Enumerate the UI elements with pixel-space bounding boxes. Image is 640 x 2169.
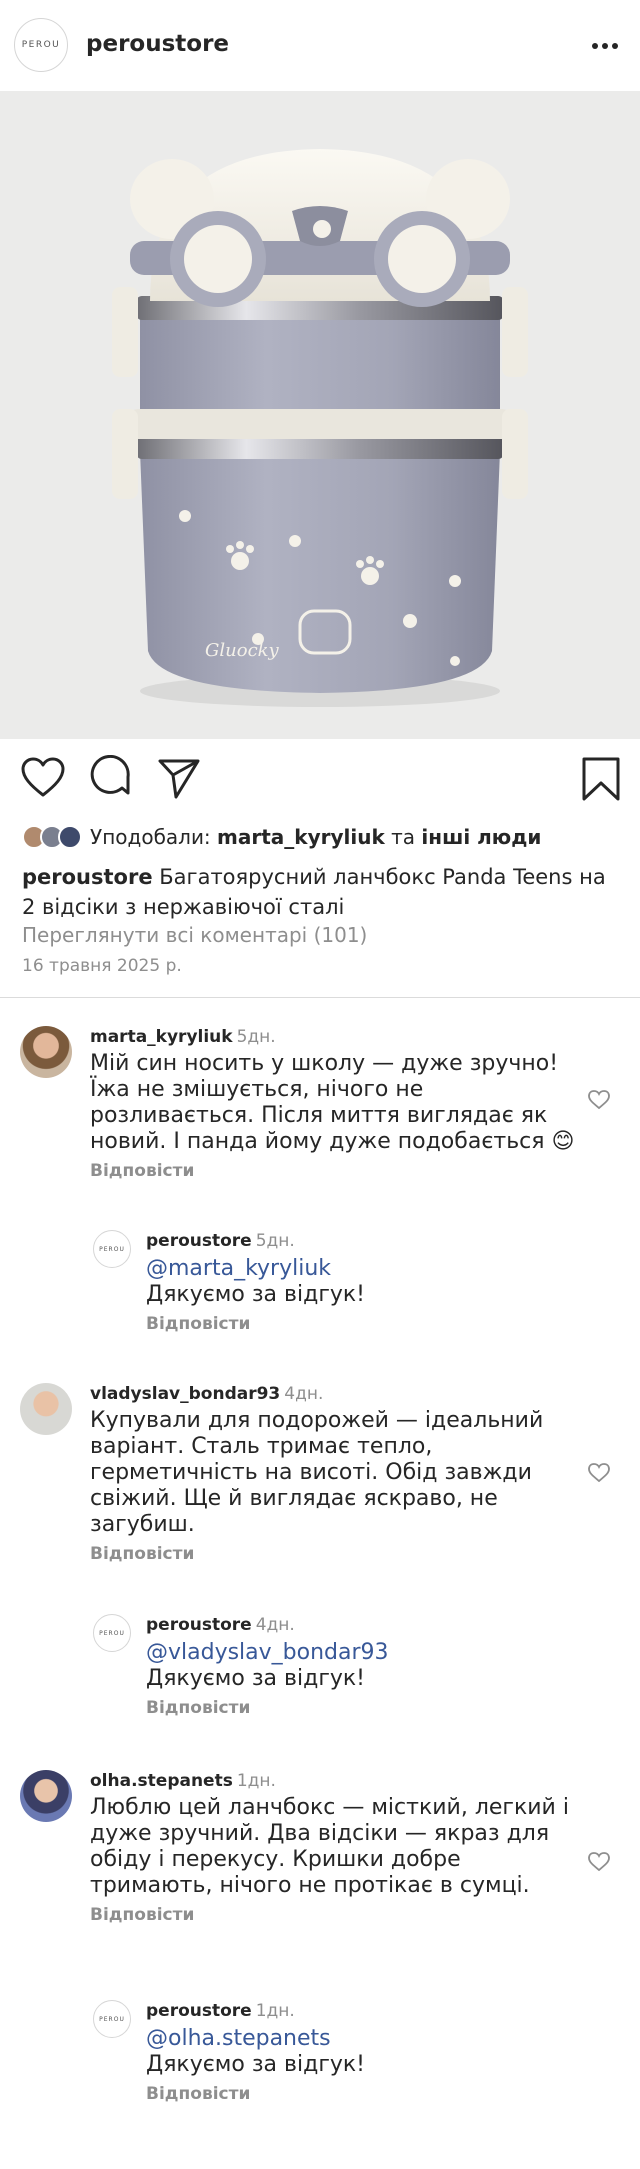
- reply-link[interactable]: Відповісти: [146, 1698, 586, 1718]
- comment-like-heart-icon[interactable]: [588, 1090, 610, 1110]
- store-reply-avatar[interactable]: PEROU: [93, 1230, 131, 1268]
- comment-time: 5дн.: [236, 1027, 276, 1047]
- liked-by-text: Уподобали: marta_kyryliuk та інші люди: [90, 825, 542, 849]
- comment-username[interactable]: vladyslav_bondar93: [90, 1384, 280, 1404]
- comment-username[interactable]: olha.stepanets: [90, 1771, 233, 1791]
- comment-icon[interactable]: [88, 754, 134, 801]
- reply-link[interactable]: Відповісти: [90, 1544, 580, 1564]
- reply-mention[interactable]: @marta_kyryliuk: [146, 1256, 586, 1282]
- divider: [0, 997, 640, 998]
- caption-username[interactable]: peroustore: [22, 865, 153, 889]
- share-send-icon[interactable]: [156, 755, 202, 801]
- bookmark-icon[interactable]: [578, 755, 624, 801]
- reply-time: 4дн.: [255, 1615, 295, 1635]
- like-heart-icon[interactable]: [20, 755, 66, 801]
- reply-text: Дякуємо за відгук!: [146, 1666, 366, 1691]
- post-caption: peroustore Багатоярусний ланчбокс Panda …: [22, 862, 622, 922]
- store-avatar[interactable]: PEROU: [14, 18, 68, 72]
- reply-text: Дякуємо за відгук!: [146, 1282, 366, 1307]
- liked-by-user[interactable]: marta_kyryliuk: [217, 825, 385, 849]
- commenter-avatar[interactable]: [20, 1770, 72, 1822]
- post-header: PEROU peroustore: [0, 0, 640, 90]
- reply-mention[interactable]: @olha.stepanets: [146, 2026, 586, 2052]
- reply-time: 5дн.: [255, 1231, 295, 1251]
- liker-avatar: [58, 825, 82, 849]
- action-bar: [0, 754, 640, 805]
- header-username[interactable]: peroustore: [86, 31, 229, 57]
- reply-link[interactable]: Відповісти: [90, 1161, 580, 1181]
- comment-text: Купували для подорожей — ідеальний варіа…: [90, 1408, 544, 1537]
- store-reply-avatar[interactable]: PEROU: [93, 1614, 131, 1652]
- comment-time: 1дн.: [236, 1771, 276, 1791]
- reply-username[interactable]: peroustore: [146, 1231, 252, 1251]
- reply-link[interactable]: Відповісти: [146, 1314, 586, 1334]
- reply-text: Дякуємо за відгук!: [146, 2052, 366, 2077]
- reply-link[interactable]: Відповісти: [146, 2084, 586, 2104]
- reply-mention[interactable]: @vladyslav_bondar93: [146, 1640, 586, 1666]
- store-reply-avatar[interactable]: PEROU: [93, 2000, 131, 2038]
- comment-username[interactable]: marta_kyryliuk: [90, 1027, 233, 1047]
- commenter-avatar[interactable]: [20, 1026, 72, 1078]
- comment-text: Люблю цей ланчбокс — місткий, легкий і д…: [90, 1795, 569, 1898]
- comment-like-heart-icon[interactable]: [588, 1463, 610, 1483]
- liked-by-others[interactable]: інші люди: [421, 825, 541, 849]
- comment-like-heart-icon[interactable]: [588, 1852, 610, 1872]
- view-all-comments-link[interactable]: Переглянути всі коментарі (101): [22, 923, 367, 947]
- reply-link[interactable]: Відповісти: [90, 1905, 580, 1925]
- product-image: Gluocky: [0, 91, 640, 739]
- reply-username[interactable]: peroustore: [146, 1615, 252, 1635]
- post-date: 16 травня 2025 р.: [22, 956, 182, 976]
- likes-row[interactable]: Уподобали: marta_kyryliuk та інші люди: [22, 822, 541, 852]
- svg-text:Gluocky: Gluocky: [205, 640, 280, 661]
- more-options-icon[interactable]: [592, 43, 618, 49]
- comment-time: 4дн.: [284, 1384, 324, 1404]
- comment-text: Мій син носить у школу — дуже зручно! Їж…: [90, 1051, 575, 1154]
- commenter-avatar[interactable]: [20, 1383, 72, 1435]
- reply-time: 1дн.: [255, 2001, 295, 2021]
- lunchbox-illustration: Gluocky: [112, 149, 528, 707]
- reply-username[interactable]: peroustore: [146, 2001, 252, 2021]
